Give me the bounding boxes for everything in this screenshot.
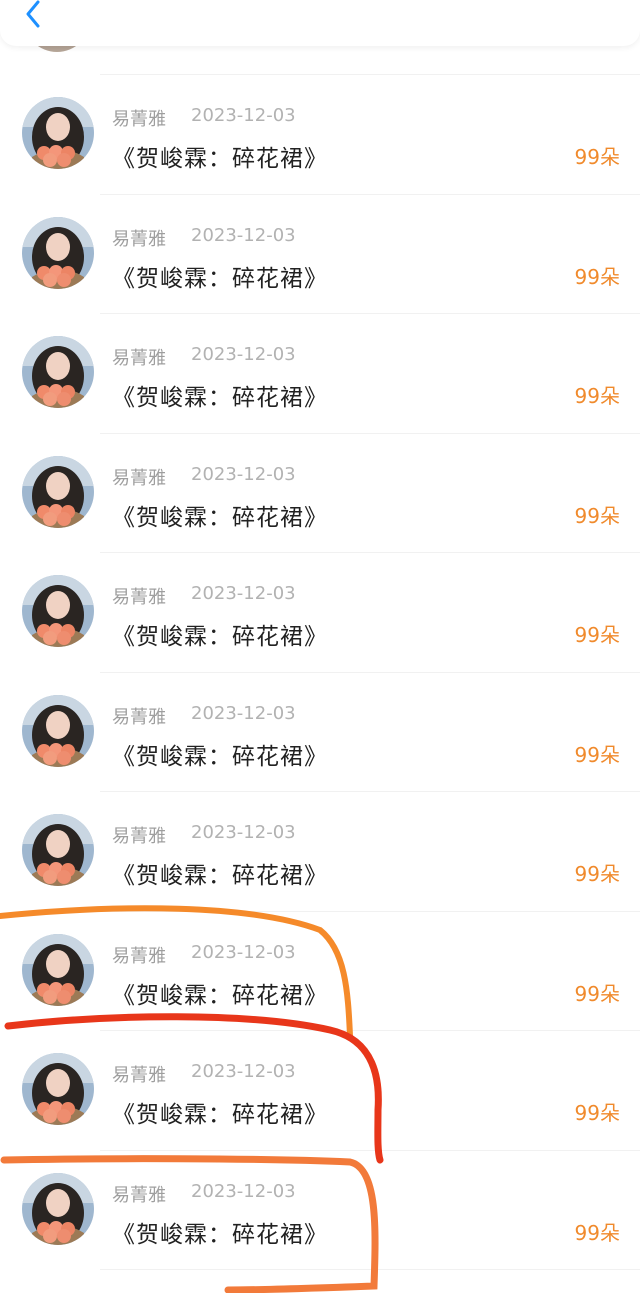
list-item[interactable]: 易菁雅 2023-12-03 《贺峻霖：碎花裙》 99朵 bbox=[0, 912, 640, 1031]
sender-name: 易菁雅 bbox=[112, 706, 166, 728]
list-item[interactable]: 易菁雅 2023-12-03 《贺峻霖：碎花裙》 99朵 bbox=[0, 553, 640, 673]
sender-name: 易菁雅 bbox=[112, 826, 166, 847]
gift-amount: 99朵 bbox=[574, 623, 620, 647]
list-item[interactable]: 易菁雅 2023-12-03 《贺峻霖：碎花裙》 99朵 bbox=[0, 75, 640, 195]
gift-title: 《贺峻霖：碎花裙》 bbox=[112, 504, 328, 531]
avatar bbox=[22, 336, 94, 408]
record-date: 2023-12-03 bbox=[191, 224, 296, 246]
sender-name: 易菁雅 bbox=[112, 945, 166, 967]
list-item[interactable]: 易菁雅 2023-12-03 《贺峻霖：碎花裙》 99朵 bbox=[0, 673, 640, 792]
gift-amount: 99朵 bbox=[574, 1220, 620, 1245]
record-date: 2023-12-03 bbox=[191, 1061, 296, 1082]
avatar bbox=[22, 216, 94, 289]
gift-title: 《贺峻霖：碎花裙》 bbox=[112, 385, 328, 411]
top-bar bbox=[0, 0, 640, 46]
avatar bbox=[22, 694, 94, 767]
list-item[interactable]: 易菁雅 2023-12-03 《贺峻霖：碎花裙》 99朵 bbox=[0, 434, 640, 553]
gift-amount: 99朵 bbox=[574, 981, 620, 1006]
record-date: 2023-12-03 bbox=[191, 822, 296, 843]
gift-title: 《贺峻霖：碎花裙》 bbox=[112, 982, 328, 1009]
sender-name: 易菁雅 bbox=[112, 1184, 166, 1206]
gift-record-list: 易菁雅 2023-12-03 《贺峻霖：碎花裙》 99朵 易菁雅 2023-12… bbox=[0, 75, 640, 1270]
gift-amount: 99朵 bbox=[574, 145, 620, 169]
avatar bbox=[22, 814, 94, 886]
avatar bbox=[22, 1053, 94, 1125]
gift-amount: 99朵 bbox=[574, 1101, 620, 1125]
chevron-left-icon[interactable] bbox=[18, 0, 48, 30]
record-date: 2023-12-03 bbox=[191, 344, 296, 365]
list-item[interactable]: 易菁雅 2023-12-03 《贺峻霖：碎花裙》 99朵 bbox=[0, 195, 640, 314]
gift-title: 《贺峻霖：碎花裙》 bbox=[112, 743, 328, 770]
record-date: 2023-12-03 bbox=[191, 463, 296, 485]
sender-name: 易菁雅 bbox=[112, 467, 166, 489]
avatar bbox=[22, 933, 94, 1006]
sender-name: 易菁雅 bbox=[112, 587, 166, 608]
gift-title: 《贺峻霖：碎花裙》 bbox=[112, 146, 328, 172]
sender-name: 易菁雅 bbox=[112, 109, 166, 130]
gift-amount: 99朵 bbox=[574, 503, 620, 528]
avatar bbox=[22, 1172, 94, 1245]
list-item[interactable]: 易菁雅 2023-12-03 《贺峻霖：碎花裙》 99朵 bbox=[0, 1031, 640, 1151]
gift-title: 《贺峻霖：碎花裙》 bbox=[112, 1102, 328, 1128]
avatar bbox=[22, 455, 94, 528]
record-date: 2023-12-03 bbox=[191, 1180, 296, 1202]
gift-amount: 99朵 bbox=[574, 264, 620, 289]
list-item[interactable]: 易菁雅 2023-12-03 《贺峻霖：碎花裙》 99朵 bbox=[0, 1151, 640, 1270]
gift-title: 《贺峻霖：碎花裙》 bbox=[112, 1221, 328, 1248]
gift-amount: 99朵 bbox=[574, 862, 620, 886]
list-item[interactable]: 易菁雅 2023-12-03 《贺峻霖：碎花裙》 99朵 bbox=[0, 792, 640, 912]
record-date: 2023-12-03 bbox=[191, 941, 296, 963]
avatar bbox=[22, 575, 94, 647]
gift-amount: 99朵 bbox=[574, 384, 620, 408]
gift-amount: 99朵 bbox=[574, 742, 620, 767]
sender-name: 易菁雅 bbox=[112, 348, 166, 369]
avatar bbox=[22, 97, 94, 169]
record-date: 2023-12-03 bbox=[191, 702, 296, 724]
gift-title: 《贺峻霖：碎花裙》 bbox=[112, 265, 328, 292]
gift-title: 《贺峻霖：碎花裙》 bbox=[112, 624, 328, 650]
sender-name: 易菁雅 bbox=[112, 1065, 166, 1086]
list-item[interactable]: 易菁雅 2023-12-03 《贺峻霖：碎花裙》 99朵 bbox=[0, 314, 640, 434]
gift-title: 《贺峻霖：碎花裙》 bbox=[112, 863, 328, 889]
divider bbox=[100, 1269, 640, 1270]
sender-name: 易菁雅 bbox=[112, 228, 166, 250]
record-date: 2023-12-03 bbox=[191, 105, 296, 126]
record-date: 2023-12-03 bbox=[191, 583, 296, 604]
